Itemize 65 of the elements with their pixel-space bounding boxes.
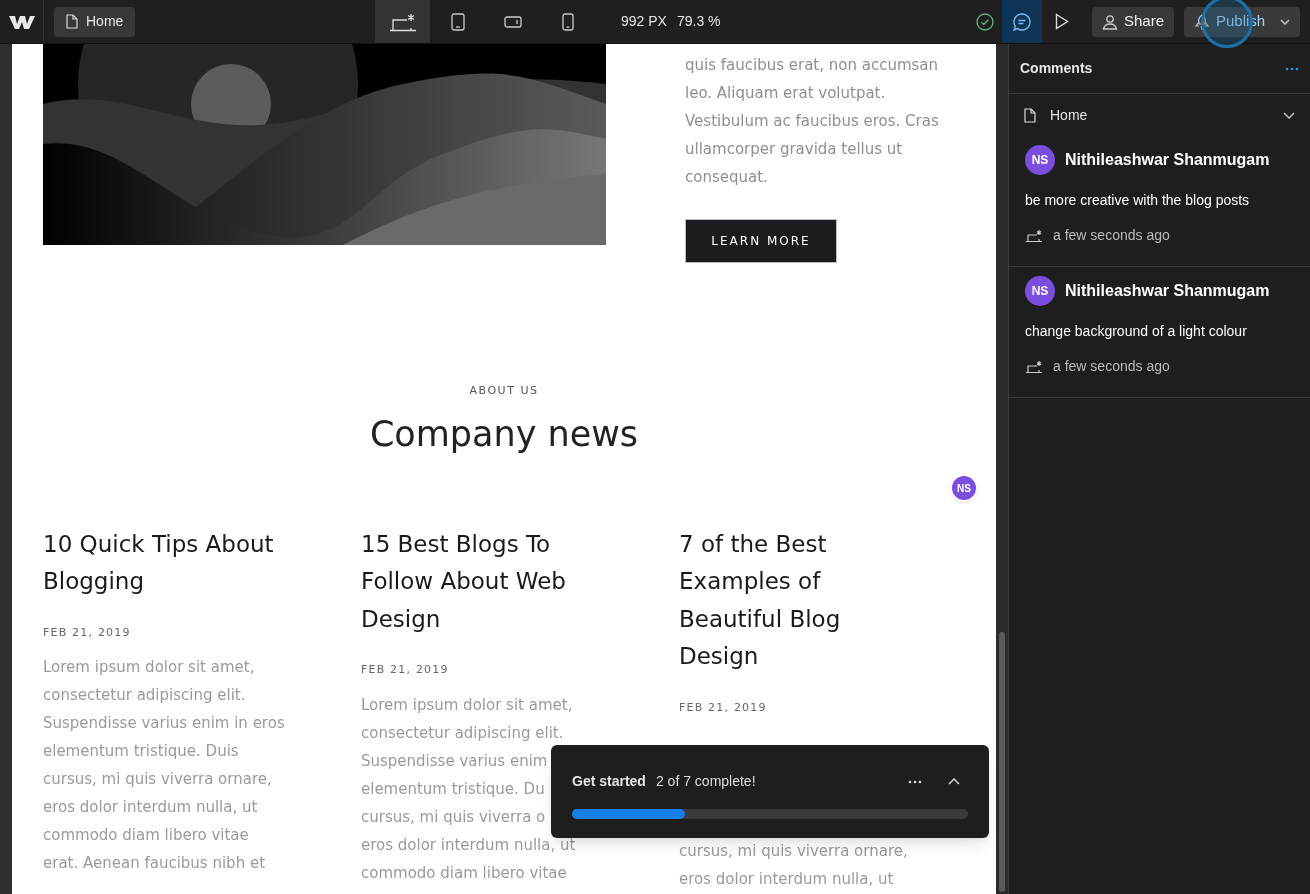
excerpt-line: cursus, mi quis viverra o	[361, 806, 546, 828]
post-date: FEB 21, 2019	[43, 624, 132, 641]
rocket-icon	[1194, 13, 1210, 30]
comment-author: Nithileashwar Shanmugam	[1065, 281, 1270, 301]
excerpt-line: elementum tristique. Du	[361, 778, 545, 800]
chevron-icon	[1283, 111, 1295, 119]
check-circle-icon	[975, 12, 994, 31]
comment-author: Nithileashwar Shanmugam	[1065, 150, 1270, 170]
section-heading: Company news	[369, 412, 639, 456]
comment-time: a few seconds ago	[1053, 357, 1170, 376]
excerpt-line: erat. Aenean faucibus nibh et	[43, 853, 266, 874]
share-button[interactable]: Share	[1091, 6, 1174, 37]
more-icon[interactable]	[908, 779, 922, 784]
comment-text: be more creative with the blog posts	[1025, 191, 1251, 210]
comment-item[interactable]: NS Nithileashwar Shanmugam change background of a light colour a few seconds ago	[1009, 267, 1310, 398]
post-title[interactable]: 10 Quick Tips About Blogging	[43, 525, 361, 601]
excerpt-line: consectetur adipiscing elit.	[43, 685, 246, 706]
comment-time: a few seconds ago	[1053, 226, 1170, 245]
logo-icon[interactable]	[8, 13, 35, 30]
learn-more-button[interactable]: LEARN MORE	[685, 219, 837, 263]
collapse-icon[interactable]	[948, 778, 960, 785]
comments-toggle[interactable]	[1001, 0, 1042, 43]
checklist-progress-text: 2 of 7 complete!	[655, 772, 756, 791]
excerpt-line: eros dolor interdum nulla, ut	[43, 797, 258, 818]
desktop-icon	[1025, 228, 1043, 243]
zoom-level: 79.3 %	[676, 12, 721, 31]
canvas-width: 992 PX	[621, 12, 667, 31]
excerpt-line: Suspendisse varius enim in eros	[43, 713, 285, 734]
excerpt-line: Lorem ipsum dolor sit amet,	[361, 694, 573, 716]
post-title[interactable]: 15 Best Blogs To Follow About Web Design	[361, 525, 679, 638]
tablet-icon	[450, 12, 465, 31]
page-icon	[1024, 107, 1036, 123]
avatar: NS	[1025, 276, 1055, 306]
phone-icon	[561, 12, 574, 31]
excerpt-line: elementum tristique. Duis	[43, 741, 239, 762]
page-group-header[interactable]: Home	[1009, 94, 1310, 136]
panel-title: Comments	[1020, 59, 1093, 78]
comment-item[interactable]: NS Nithileashwar Shanmugam be more creative with the blog posts a few seconds ago	[1009, 136, 1310, 267]
page-icon	[66, 14, 78, 29]
play-icon[interactable]	[1054, 13, 1069, 30]
post-excerpt: cursus, mi quis viverra ornare, eros dolor interdum nulla, ut	[679, 840, 909, 890]
post-date: FEB 21, 2019	[361, 662, 450, 678]
excerpt-line: cursus, mi quis viverra ornare,	[43, 769, 272, 790]
comment-icon	[1011, 11, 1032, 32]
page-selector-button[interactable]: Home	[54, 6, 136, 37]
scrollbar-thumb[interactable]	[999, 632, 1005, 892]
checklist-title: Get started	[572, 772, 646, 791]
person-icon	[1101, 13, 1118, 30]
desktop-icon	[1025, 359, 1043, 374]
comment-text: change background of a light colour	[1025, 322, 1248, 341]
caret-icon	[1280, 18, 1290, 25]
excerpt-line: consectetur adipiscing elit.	[361, 722, 564, 744]
section-eyebrow: ABOUT US	[469, 383, 539, 399]
breakpoint-tab[interactable]	[375, 0, 430, 43]
excerpt-line: Suspendisse varius enim	[361, 750, 548, 772]
post-date: FEB 21, 2019	[679, 699, 768, 716]
hero-paragraph: quis faucibus erat, non accumsan leo. Aliquam erat volutpat. Vestibulum ac faucibus eros. Cras ullamcorper gravida tellus ut consequat.	[685, 55, 939, 188]
excerpt-line: Lorem ipsum dolor sit amet,	[43, 657, 255, 678]
excerpt-line: commodo diam libero vitae	[43, 825, 249, 846]
avatar: NS	[1025, 145, 1055, 175]
excerpt-line: eros dolor interdum nulla, ut	[361, 834, 576, 856]
tablet-landscape-icon	[503, 15, 522, 28]
comment-pin[interactable]: NS	[950, 474, 978, 502]
post-title[interactable]: 7 of the Best Examples of Beautiful Blog Design	[679, 525, 996, 676]
excerpt-line: commodo diam libero vitae	[361, 862, 567, 884]
